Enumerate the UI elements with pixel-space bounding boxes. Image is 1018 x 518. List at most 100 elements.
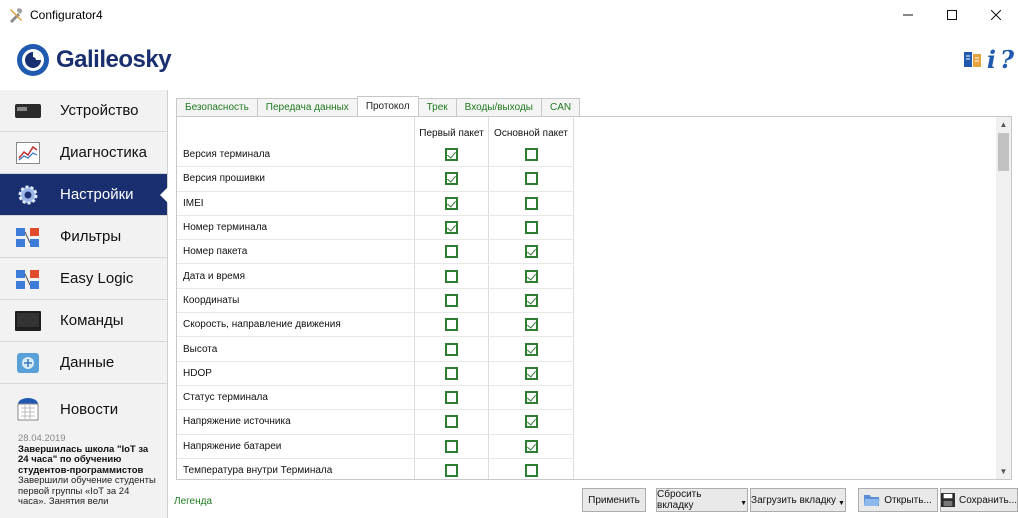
sidebar-item-easy-logic[interactable]: Easy Logic <box>0 258 167 300</box>
sidebar-item-label: Устройство <box>60 102 139 119</box>
table-row: Версия терминала <box>177 143 574 168</box>
first-packet-cell <box>414 288 488 313</box>
main-packet-checkbox[interactable] <box>524 391 538 405</box>
first-packet-checkbox[interactable] <box>445 464 458 478</box>
first-packet-checkbox[interactable] <box>445 439 458 453</box>
main-packet-checkbox[interactable] <box>524 269 538 283</box>
close-button[interactable] <box>974 0 1018 30</box>
first-packet-cell <box>414 410 488 434</box>
main-packet-checkbox[interactable] <box>524 415 538 429</box>
first-packet-checkbox[interactable] <box>445 318 458 332</box>
news-headline[interactable]: Завершилась школа "IoT за 24 часа" по об… <box>18 444 159 477</box>
first-packet-cell <box>414 240 488 264</box>
help-icon[interactable]: ? <box>1000 48 1014 72</box>
first-packet-cell <box>414 215 488 240</box>
table-row: Температура внутри Терминала <box>177 458 574 479</box>
sidebar-item-label: Команды <box>60 312 124 329</box>
sidebar-item-diagnostics[interactable]: Диагностика <box>0 132 167 174</box>
first-packet-checkbox[interactable] <box>445 245 458 259</box>
scroll-thumb[interactable] <box>998 133 1009 171</box>
first-packet-checkbox[interactable] <box>445 148 458 162</box>
sidebar-item-news[interactable]: Новости <box>0 384 167 434</box>
first-packet-checkbox[interactable] <box>445 172 458 186</box>
apply-button[interactable]: Применить <box>582 488 646 512</box>
save-button[interactable]: Сохранить... <box>940 488 1018 512</box>
configurator-app-icon <box>10 8 23 23</box>
parameter-name: Скорость, направление движения <box>183 319 341 331</box>
first-packet-checkbox[interactable] <box>445 196 458 210</box>
tab-inputs-outputs[interactable]: Входы/выходы <box>455 98 542 116</box>
first-packet-checkbox[interactable] <box>445 391 458 405</box>
data-icon <box>14 351 42 375</box>
legend-link[interactable]: Легенда <box>174 496 212 507</box>
first-packet-cell <box>414 386 488 410</box>
tab-track[interactable]: Трек <box>417 98 457 116</box>
vertical-scrollbar[interactable]: ▲ ▼ <box>996 117 1011 479</box>
first-packet-cell <box>414 337 488 361</box>
open-button[interactable]: Открыть... <box>858 488 938 512</box>
main-packet-cell <box>488 191 574 215</box>
first-packet-checkbox[interactable] <box>445 293 458 307</box>
main-packet-checkbox[interactable] <box>524 221 538 235</box>
first-packet-cell <box>414 361 488 385</box>
tab-data-transfer[interactable]: Передача данных <box>256 98 358 116</box>
sidebar-item-label: Диагностика <box>60 144 147 161</box>
sidebar-item-label: Easy Logic <box>60 270 134 287</box>
main-packet-cell <box>488 215 574 240</box>
news-item[interactable]: 28.04.2019 Завершилась школа "IoT за 24 … <box>0 433 167 508</box>
maximize-icon <box>947 10 957 20</box>
table-row: Координаты <box>177 288 574 314</box>
sidebar-item-commands[interactable]: Команды <box>0 300 167 342</box>
minimize-button[interactable] <box>886 0 930 30</box>
sidebar-item-filters[interactable]: Фильтры <box>0 216 167 258</box>
first-packet-checkbox[interactable] <box>445 269 458 283</box>
sidebar-item-settings[interactable]: Настройки <box>0 174 168 216</box>
first-packet-cell <box>414 434 488 458</box>
dictionary-icon[interactable] <box>963 50 983 70</box>
commands-terminal-icon <box>14 309 42 333</box>
dropdown-caret-icon: ▼ <box>740 499 747 507</box>
close-icon <box>991 10 1001 20</box>
main-packet-checkbox[interactable] <box>524 196 538 210</box>
folder-open-icon <box>864 495 881 506</box>
scroll-down-icon[interactable]: ▼ <box>996 464 1011 479</box>
main-packet-cell <box>488 361 574 385</box>
tab-security[interactable]: Безопасность <box>176 98 258 116</box>
sidebar-item-data[interactable]: Данные <box>0 342 167 384</box>
main-packet-cell <box>488 458 574 479</box>
info-icon[interactable]: i <box>987 48 996 72</box>
main-packet-cell <box>488 386 574 410</box>
load-tab-button[interactable]: Загрузить вкладку ▼ <box>750 488 846 512</box>
galileosky-logo-icon <box>17 44 49 76</box>
parameter-name: Координаты <box>183 294 240 306</box>
main-packet-checkbox[interactable] <box>524 366 538 380</box>
first-packet-checkbox[interactable] <box>445 342 458 356</box>
main-packet-checkbox[interactable] <box>524 318 538 332</box>
sidebar-item-device[interactable]: Устройство <box>0 90 167 132</box>
window-controls <box>886 0 1018 30</box>
settings-content: Безопасность Передача данных Протокол Тр… <box>170 90 1018 518</box>
first-packet-checkbox[interactable] <box>445 221 458 235</box>
table-row: Версия прошивки <box>177 167 574 192</box>
open-label: Открыть... <box>884 494 932 506</box>
maximize-button[interactable] <box>930 0 974 30</box>
first-packet-checkbox[interactable] <box>445 415 458 429</box>
main-packet-checkbox[interactable] <box>524 342 538 356</box>
parameter-name: Статус терминала <box>183 392 268 404</box>
window-title: Configurator4 <box>30 8 103 22</box>
reset-tab-button[interactable]: Сбросить вкладку ▼ <box>656 488 748 512</box>
table-row: Высота <box>177 337 574 362</box>
main-packet-checkbox[interactable] <box>524 148 538 162</box>
main-packet-checkbox[interactable] <box>524 439 538 453</box>
parameter-name: Высота <box>183 343 218 355</box>
scroll-up-icon[interactable]: ▲ <box>996 117 1011 132</box>
main-packet-checkbox[interactable] <box>524 293 538 307</box>
table-row: Номер терминала <box>177 215 574 241</box>
main-packet-checkbox[interactable] <box>524 464 538 478</box>
main-packet-checkbox[interactable] <box>524 245 538 259</box>
tab-protocol[interactable]: Протокол <box>356 96 419 116</box>
table-row: Скорость, направление движения <box>177 313 574 338</box>
tab-can[interactable]: CAN <box>541 98 581 116</box>
first-packet-checkbox[interactable] <box>445 366 458 380</box>
main-packet-checkbox[interactable] <box>524 172 538 186</box>
